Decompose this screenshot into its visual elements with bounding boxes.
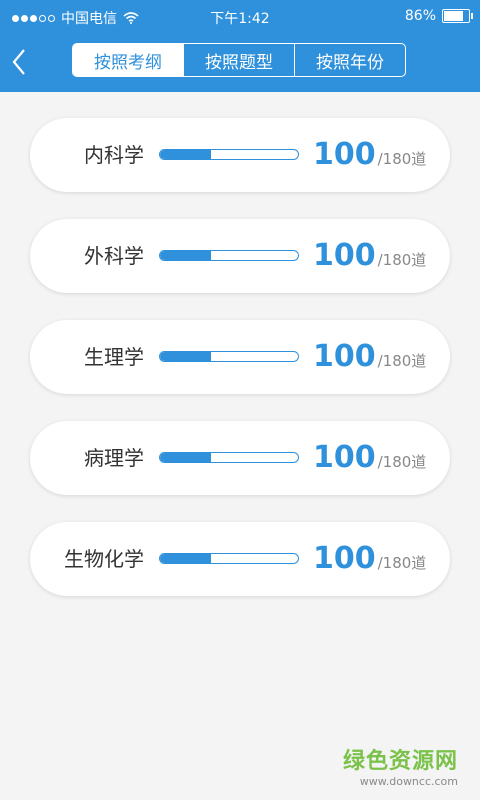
progress-fill [160, 251, 212, 260]
done-count: 100 [313, 137, 376, 172]
battery-percent: 86% [404, 8, 436, 24]
progress-fill [160, 150, 212, 159]
progress-fill [160, 352, 212, 361]
chevron-left-icon [12, 49, 25, 75]
subject-score: 100/180道 [313, 421, 426, 495]
subject-score: 100/180道 [313, 118, 426, 192]
total-count: /180道 [377, 554, 427, 572]
done-count: 100 [313, 440, 376, 475]
done-count: 100 [313, 238, 376, 273]
subject-name: 病理学 [84, 446, 144, 470]
battery-icon [442, 9, 473, 23]
status-bar: 中国电信 下午1:42 86% [0, 0, 480, 32]
total-count: /180道 [377, 453, 427, 471]
total-count: /180道 [377, 251, 427, 269]
watermark: 绿色资源网 www.downcc.com [343, 743, 458, 788]
total-count: /180道 [377, 150, 427, 168]
subject-card[interactable]: 外科学 100/180道 [30, 219, 450, 293]
subject-name: 内科学 [84, 143, 144, 167]
subject-card[interactable]: 内科学 100/180道 [30, 118, 450, 192]
tab-year[interactable]: 按照年份 [294, 44, 405, 76]
subject-list: 内科学 100/180道 外科学 100/180道 生理学 100/180道 病… [30, 118, 450, 623]
progress-bar [159, 553, 299, 564]
watermark-title: 绿色资源网 [342, 749, 458, 774]
progress-fill [160, 554, 212, 563]
progress-fill [160, 453, 212, 462]
tab-question-type[interactable]: 按照题型 [183, 44, 294, 76]
subject-card[interactable]: 生物化学 100/180道 [30, 522, 450, 596]
status-right: 86% [404, 8, 473, 24]
segmented-control: 按照考纲 按照题型 按照年份 [72, 43, 406, 77]
subject-name: 生理学 [84, 345, 144, 369]
done-count: 100 [313, 339, 376, 374]
nav-bar: 按照考纲 按照题型 按照年份 [0, 32, 480, 92]
subject-card[interactable]: 生理学 100/180道 [30, 320, 450, 394]
total-count: /180道 [377, 352, 427, 370]
subject-score: 100/180道 [313, 219, 426, 293]
progress-bar [159, 452, 299, 463]
back-button[interactable] [4, 42, 40, 82]
progress-bar [159, 149, 299, 160]
subject-name: 生物化学 [64, 547, 144, 571]
subject-score: 100/180道 [313, 522, 426, 596]
progress-bar [159, 250, 299, 261]
subject-card[interactable]: 病理学 100/180道 [30, 421, 450, 495]
subject-score: 100/180道 [313, 320, 426, 394]
tab-syllabus[interactable]: 按照考纲 [73, 44, 183, 76]
done-count: 100 [313, 541, 376, 576]
progress-bar [159, 351, 299, 362]
subject-name: 外科学 [84, 244, 144, 268]
watermark-url: www.downcc.com [359, 775, 458, 788]
